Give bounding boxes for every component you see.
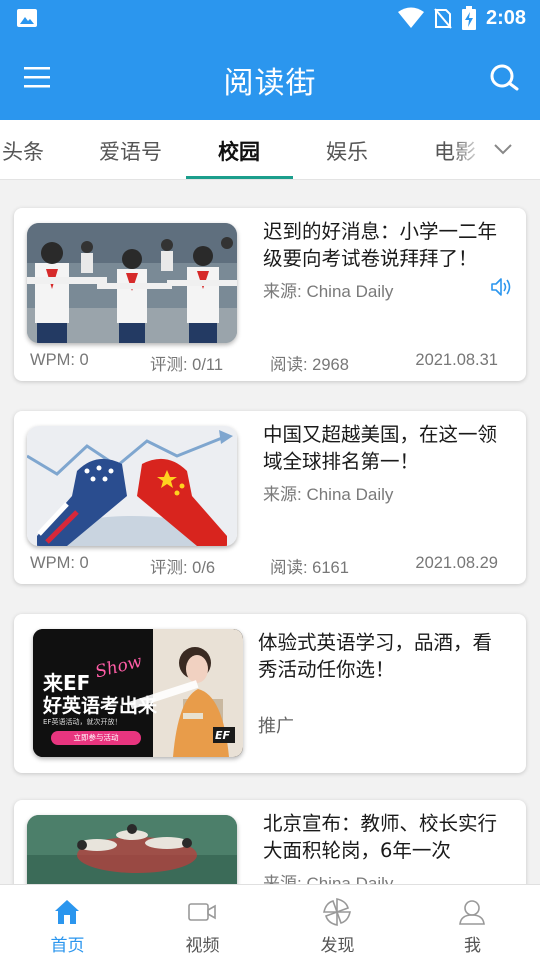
article-title[interactable]: 迟到的好消息：小学一二年级要向考试卷说拜拜了！	[263, 218, 511, 272]
article-title[interactable]: 中国又超越美国，在这一领域全球排名第一！	[263, 421, 511, 475]
category-tabs: 头条 爱语号 校园 娱乐 电影	[0, 120, 540, 180]
promo-title[interactable]: 体验式英语学习，品酒，看秀活动任你选！	[258, 629, 508, 683]
promo-small-text: EF英语活动，就次开放！	[43, 718, 122, 726]
promo-headline-2: 好英语考出来	[43, 695, 158, 717]
speaker-icon[interactable]	[490, 276, 512, 298]
review-stat: 评测: 0/6	[150, 559, 216, 577]
article-source: 来源: China Daily	[263, 874, 394, 884]
wpm-stat: WPM: 0	[30, 554, 89, 572]
discover-icon	[323, 898, 351, 926]
video-icon	[188, 903, 216, 921]
status-bar: 2:08	[0, 0, 540, 36]
promo-card[interactable]: 来EF Show 好英语考出来 EF英语活动，就次开放！ 立即参与活动 EF 体…	[14, 614, 526, 773]
clock-time: 2:08	[485, 6, 526, 29]
tab-aiyu[interactable]: 爱语号	[99, 136, 162, 166]
home-icon	[55, 900, 79, 924]
profile-icon	[459, 900, 485, 925]
promo-tag: 推广	[258, 716, 294, 736]
nav-home[interactable]: 首页	[0, 885, 135, 960]
tab-campus[interactable]: 校园	[218, 136, 260, 166]
article-source: 来源: China Daily	[263, 282, 394, 301]
article-source: 来源: China Daily	[263, 485, 394, 504]
article-stats: WPM: 0 评测: 0/6 阅读: 6161 2021.08.29	[30, 554, 498, 578]
battery-charging-icon	[461, 6, 476, 30]
article-thumbnail	[27, 426, 237, 546]
publish-date: 2021.08.29	[415, 554, 498, 572]
app-title: 阅读街	[223, 66, 317, 101]
ef-logo: EF	[215, 729, 231, 742]
article-card[interactable]: 迟到的好消息：小学一二年级要向考试卷说拜拜了！ 来源: China Daily …	[14, 208, 526, 381]
article-card[interactable]: 北京宣布：教师、校长实行大面积轮岗，6年一次 来源: China Daily	[14, 800, 526, 884]
reads-stat: 阅读: 6161	[270, 559, 349, 577]
article-stats: WPM: 0 评测: 0/11 阅读: 2968 2021.08.31	[30, 351, 498, 375]
no-sim-icon	[434, 8, 452, 29]
chevron-down-icon[interactable]	[492, 138, 514, 160]
nav-discover[interactable]: 发现	[270, 885, 405, 960]
nav-profile-label: 我	[464, 936, 481, 956]
wifi-icon	[397, 7, 424, 28]
review-stat: 评测: 0/11	[150, 356, 224, 374]
tab-headlines[interactable]: 头条	[2, 136, 44, 166]
bottom-navigation: 首页 视频 发现 我	[0, 884, 540, 960]
nav-home-label: 首页	[50, 936, 85, 956]
nav-profile[interactable]: 我	[405, 885, 540, 960]
nav-video[interactable]: 视频	[135, 885, 270, 960]
article-title[interactable]: 北京宣布：教师、校长实行大面积轮岗，6年一次	[263, 810, 511, 864]
promo-image: 来EF Show 好英语考出来 EF英语活动，就次开放！ 立即参与活动 EF	[33, 629, 243, 757]
gallery-icon	[17, 9, 37, 27]
nav-video-label: 视频	[185, 936, 220, 956]
article-thumbnail	[27, 815, 237, 884]
publish-date: 2021.08.31	[415, 351, 498, 369]
app-bar: 阅读街	[0, 36, 540, 120]
reads-stat: 阅读: 2968	[270, 356, 349, 374]
promo-cta-button: 立即参与活动	[73, 733, 119, 742]
tab-entertainment[interactable]: 娱乐	[326, 136, 368, 166]
article-thumbnail	[27, 223, 237, 343]
article-feed[interactable]: 迟到的好消息：小学一二年级要向考试卷说拜拜了！ 来源: China Daily …	[0, 181, 540, 884]
wpm-stat: WPM: 0	[30, 351, 89, 369]
active-tab-indicator	[186, 176, 293, 179]
article-card[interactable]: 中国又超越美国，在这一领域全球排名第一！ 来源: China Daily WPM…	[14, 411, 526, 584]
nav-discover-label: 发现	[320, 936, 355, 956]
search-icon[interactable]	[488, 62, 520, 94]
